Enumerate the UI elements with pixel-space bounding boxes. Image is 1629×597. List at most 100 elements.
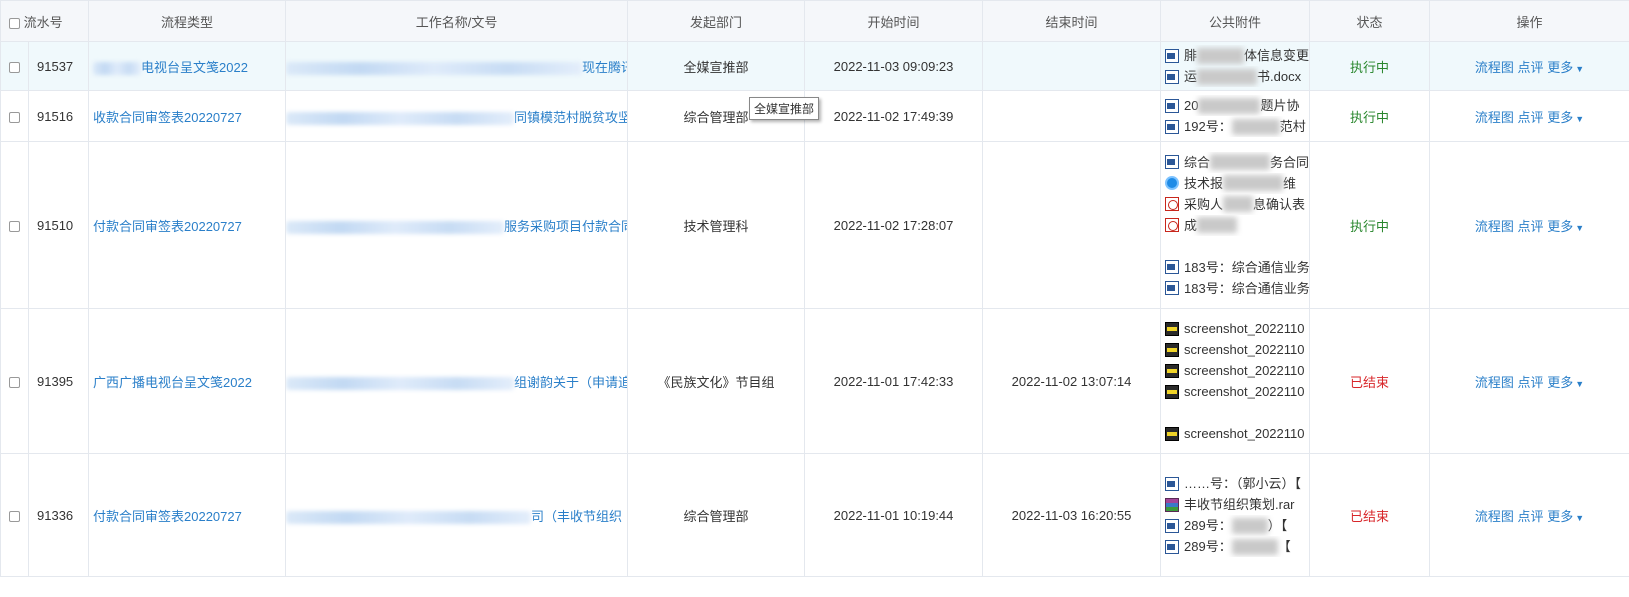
end-time: 2022-11-02 13:07:14: [982, 308, 1162, 454]
pdf-icon: [1165, 218, 1180, 232]
header-status[interactable]: 状态: [1309, 0, 1431, 42]
header-end[interactable]: 结束时间: [982, 0, 1162, 42]
table-row[interactable]: 91510 付款合同审签表20220727 服务采购项目付款合同 技术管理科 2…: [0, 141, 1629, 309]
attachments: 综合 务合同 技术报维 采购人 息确认表 成 183号：综合通信业务 183号：综合…: [1160, 141, 1311, 309]
attachment-item[interactable]: ……号：（郭小云）【: [1165, 473, 1309, 494]
status-badge: 执行中: [1309, 90, 1431, 142]
row-checkbox[interactable]: [9, 220, 20, 232]
more-menu[interactable]: 更多 ▼: [1547, 375, 1584, 390]
flow-type-link[interactable]: 付款合同审签表20220727: [93, 509, 242, 524]
work-table: 流水号 流程类型 工作名称/文号 发起部门 开始时间 结束时间 公共附件 状态 …: [0, 0, 1629, 577]
more-menu[interactable]: 更多 ▼: [1547, 219, 1584, 234]
row-no: 91510: [27, 141, 90, 309]
table-row[interactable]: 91395 广西广播电视台呈文笺2022 组谢韵关于（申请追 《民族文化》节目组…: [0, 308, 1629, 454]
word-doc-icon: [1165, 281, 1180, 295]
attachment-item[interactable]: screenshot_2022110: [1165, 318, 1309, 339]
comment-link[interactable]: 点评: [1518, 110, 1544, 125]
image-file-icon: [1165, 384, 1180, 399]
attachments: 20 题片协 192号： 范村: [1160, 90, 1311, 142]
row-no: 91336: [27, 453, 90, 577]
row-no: 91516: [27, 90, 90, 142]
header-attach: 公共附件: [1160, 0, 1311, 42]
comment-link[interactable]: 点评: [1518, 60, 1544, 75]
attachments: 腓体信息变更 运书.docx: [1160, 41, 1311, 91]
row-no: 91395: [27, 308, 90, 454]
comment-link[interactable]: 点评: [1518, 509, 1544, 524]
work-name-link[interactable]: 现在腾讯: [286, 60, 627, 75]
attachment-item[interactable]: 综合 务合同: [1165, 152, 1309, 173]
attachments: ……号：（郭小云）【 丰收节组织策划.rar 289号： ）【 289号：【: [1160, 453, 1311, 577]
work-name-link[interactable]: 司（丰收节组织: [286, 509, 622, 524]
work-name-link[interactable]: 同镇模范村脱贫攻坚: [286, 110, 627, 125]
attachment-item[interactable]: 采购人 息确认表: [1165, 194, 1309, 215]
word-doc-icon: [1165, 48, 1180, 63]
image-file-icon: [1165, 342, 1180, 357]
flowchart-link[interactable]: 流程图: [1475, 110, 1514, 125]
header-type[interactable]: 流程类型: [88, 0, 287, 42]
table-row[interactable]: 91537 电视台呈文笺2022 现在腾讯 全媒宣推部 2022-11-03 0…: [0, 41, 1629, 91]
row-checkbox[interactable]: [9, 61, 20, 73]
attachment-item[interactable]: 183号：综合通信业务: [1165, 257, 1309, 278]
header-dept[interactable]: 发起部门: [627, 0, 806, 42]
select-all-checkbox[interactable]: [9, 17, 20, 29]
flowchart-link[interactable]: 流程图: [1475, 219, 1514, 234]
row-actions: 流程图 点评 更多 ▼: [1429, 453, 1629, 577]
image-file-icon: [1165, 426, 1180, 441]
attachment-item[interactable]: 20 题片协: [1165, 95, 1309, 116]
end-time: 2022-11-03 16:20:55: [982, 453, 1162, 577]
attachments: screenshot_2022110 screenshot_2022110 sc…: [1160, 308, 1311, 454]
comment-link[interactable]: 点评: [1518, 375, 1544, 390]
row-no: 91537: [27, 41, 90, 91]
comment-link[interactable]: 点评: [1518, 219, 1544, 234]
dept-tooltip: 全媒宣推部: [749, 97, 820, 120]
flowchart-link[interactable]: 流程图: [1475, 375, 1514, 390]
dept-cell: 技术管理科: [627, 141, 806, 309]
flowchart-link[interactable]: 流程图: [1475, 509, 1514, 524]
status-badge: 执行中: [1309, 41, 1431, 91]
more-menu[interactable]: 更多 ▼: [1547, 110, 1584, 125]
flow-type-link[interactable]: 付款合同审签表20220727: [93, 219, 242, 234]
flow-type-link[interactable]: 收款合同审签表20220727: [93, 110, 242, 125]
header-row: 流水号 流程类型 工作名称/文号 发起部门 开始时间 结束时间 公共附件 状态 …: [0, 0, 1629, 42]
more-menu[interactable]: 更多 ▼: [1547, 509, 1584, 524]
header-name[interactable]: 工作名称/文号: [285, 0, 629, 42]
flowchart-link[interactable]: 流程图: [1475, 60, 1514, 75]
header-start[interactable]: 开始时间: [804, 0, 984, 42]
chevron-down-icon: ▼: [1575, 63, 1585, 74]
row-checkbox[interactable]: [9, 510, 20, 522]
status-badge: 已结束: [1309, 308, 1431, 454]
attachment-item[interactable]: screenshot_2022110: [1165, 381, 1309, 402]
start-time: 2022-11-02 17:28:07: [804, 141, 984, 309]
word-doc-icon: [1165, 155, 1180, 169]
row-checkbox[interactable]: [9, 376, 20, 388]
work-name-link[interactable]: 服务采购项目付款合同: [286, 219, 627, 234]
more-menu[interactable]: 更多 ▼: [1547, 60, 1584, 75]
start-time: 2022-11-01 17:42:33: [804, 308, 984, 454]
start-time: 2022-11-01 10:19:44: [804, 453, 984, 577]
work-name-link[interactable]: 组谢韵关于（申请追: [286, 375, 627, 390]
chevron-down-icon: ▼: [1575, 512, 1585, 523]
attachment-item[interactable]: 丰收节组织策划.rar: [1165, 494, 1309, 515]
attachment-item[interactable]: 183号：综合通信业务: [1165, 278, 1309, 299]
attachment-item[interactable]: 289号： ）【: [1165, 515, 1309, 536]
attachment-item[interactable]: 技术报维: [1165, 173, 1309, 194]
image-file-icon: [1165, 363, 1180, 378]
attachment-item[interactable]: screenshot_2022110: [1165, 339, 1309, 360]
row-checkbox[interactable]: [9, 111, 20, 123]
attachment-item[interactable]: 成: [1165, 215, 1309, 236]
row-actions: 流程图 点评 更多 ▼: [1429, 308, 1629, 454]
flow-type-link[interactable]: 广西广播电视台呈文笺2022: [93, 375, 252, 390]
chevron-down-icon: ▼: [1575, 378, 1585, 389]
start-time: 2022-11-02 17:49:39: [804, 90, 984, 142]
flow-type-link[interactable]: 电视台呈文笺2022: [93, 60, 248, 75]
attachment-item[interactable]: 192号： 范村: [1165, 116, 1309, 137]
attachment-item[interactable]: 289号：【: [1165, 536, 1309, 557]
end-time: [982, 41, 1162, 91]
table-row[interactable]: 91336 付款合同审签表20220727 司（丰收节组织 综合管理部 2022…: [0, 453, 1629, 577]
attachment-item[interactable]: 运书.docx: [1165, 66, 1309, 87]
attachment-item[interactable]: screenshot_2022110: [1165, 423, 1309, 444]
attachment-item[interactable]: 腓体信息变更: [1165, 45, 1309, 66]
header-ops: 操作: [1429, 0, 1629, 42]
attachment-item[interactable]: screenshot_2022110: [1165, 360, 1309, 381]
pdf-icon: [1165, 197, 1180, 211]
